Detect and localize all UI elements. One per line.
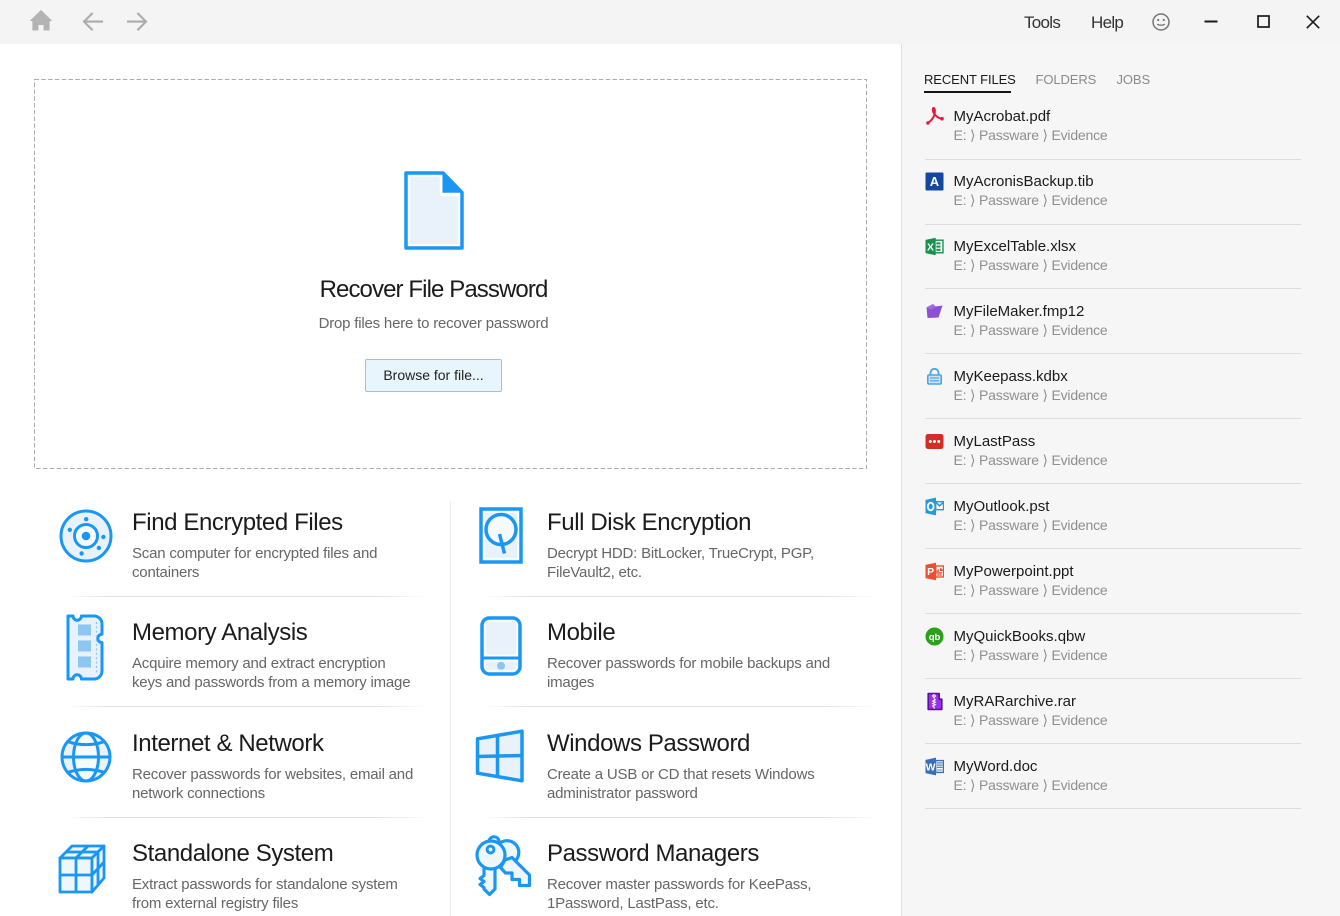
- svg-text:X: X: [927, 241, 934, 253]
- svg-text:P: P: [927, 566, 934, 578]
- svg-text:A: A: [930, 174, 940, 189]
- svg-text:W: W: [926, 761, 936, 773]
- svg-text:qb: qb: [929, 632, 941, 643]
